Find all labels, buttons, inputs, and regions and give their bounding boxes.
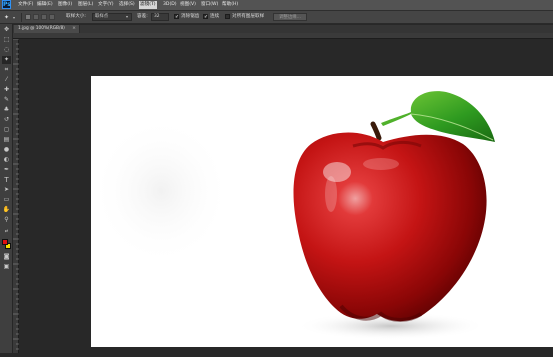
magic-wand-tool-icon[interactable]: ✦ — [2, 56, 11, 64]
eyedropper-tool-icon[interactable]: ⁄ — [2, 76, 11, 84]
close-tab-icon[interactable]: × — [71, 25, 77, 33]
tolerance-label: 容差: — [137, 14, 148, 19]
menu-type[interactable]: 文字(Y) — [98, 1, 114, 9]
type-tool-icon[interactable]: T — [2, 176, 11, 184]
chevron-down-icon[interactable]: ▾ — [126, 13, 131, 21]
swap-colors-icon[interactable]: ⇄ — [2, 227, 11, 235]
subtract-selection-icon[interactable] — [41, 14, 47, 20]
new-selection-icon[interactable] — [25, 14, 31, 20]
menu-help[interactable]: 帮助(H) — [222, 1, 238, 9]
move-tool-icon[interactable]: ✥ — [2, 26, 11, 34]
antialias-label: 消除锯齿 — [181, 14, 200, 19]
contiguous-checkbox[interactable]: ✓ — [203, 14, 208, 20]
menu-select[interactable]: 选择(S) — [119, 1, 135, 9]
sample-size-label: 取样大小: — [66, 14, 86, 19]
lasso-tool-icon[interactable]: ◌ — [2, 46, 11, 54]
antialias-checkbox[interactable]: ✓ — [174, 14, 179, 20]
sample-all-layers-label: 对所有图层取样 — [232, 14, 265, 19]
menu-filter[interactable]: 滤镜(T) — [139, 1, 157, 9]
healing-brush-icon[interactable]: ✚ — [2, 86, 11, 94]
hand-tool-icon[interactable]: ✋ — [2, 206, 11, 214]
sample-all-layers-checkbox[interactable] — [225, 14, 230, 19]
history-brush-icon[interactable]: ↺ — [2, 116, 11, 124]
quick-mask-icon[interactable]: ◙ — [2, 253, 11, 261]
contiguous-label: 连续 — [210, 14, 220, 19]
menu-edit[interactable]: 编辑(E) — [37, 1, 53, 9]
brush-tool-icon[interactable]: ✎ — [2, 96, 11, 104]
tools-panel: ✥ ⬚ ◌ ✦ ⌗ ⁄ ✚ ✎ ♣ ↺ ◻ ▤ ● ◐ ✒ T ➤ ▭ ✋ ⚲ … — [0, 24, 13, 353]
shape-tool-icon[interactable]: ▭ — [2, 196, 11, 204]
menu-file[interactable]: 文件(F) — [18, 1, 33, 9]
refine-edge-button[interactable]: 调整边缘... — [273, 13, 307, 21]
marquee-tool-icon[interactable]: ⬚ — [2, 36, 11, 44]
tolerance-input[interactable]: 32 — [151, 13, 169, 21]
zoom-tool-icon[interactable]: ⚲ — [2, 216, 11, 224]
gradient-tool-icon[interactable]: ▤ — [2, 136, 11, 144]
screen-mode-icon[interactable]: ▣ — [2, 263, 11, 271]
ps-logo-icon: Ps — [2, 0, 11, 9]
foreground-color-swatch[interactable] — [2, 239, 8, 245]
options-separator — [21, 13, 22, 22]
clone-stamp-icon[interactable]: ♣ — [2, 106, 11, 114]
document-canvas[interactable] — [91, 76, 553, 347]
blur-tool-icon[interactable]: ● — [2, 146, 11, 154]
menu-image[interactable]: 图像(I) — [58, 1, 72, 9]
pen-tool-icon[interactable]: ✒ — [2, 166, 11, 174]
path-selection-icon[interactable]: ➤ — [2, 186, 11, 194]
menu-3d[interactable]: 3D(D) — [163, 1, 177, 9]
preset-dropdown-icon[interactable]: ▾ — [13, 14, 16, 21]
add-selection-icon[interactable] — [33, 14, 39, 20]
menu-window[interactable]: 窗口(W) — [201, 1, 218, 9]
menu-view[interactable]: 视图(V) — [180, 1, 196, 9]
eraser-tool-icon[interactable]: ◻ — [2, 126, 11, 134]
apple-image — [91, 76, 553, 347]
intersect-selection-icon[interactable] — [49, 14, 55, 20]
dodge-tool-icon[interactable]: ◐ — [2, 156, 11, 164]
menu-layer[interactable]: 图层(L) — [78, 1, 93, 9]
document-tab-strip — [13, 25, 553, 33]
crop-tool-icon[interactable]: ⌗ — [2, 66, 11, 74]
